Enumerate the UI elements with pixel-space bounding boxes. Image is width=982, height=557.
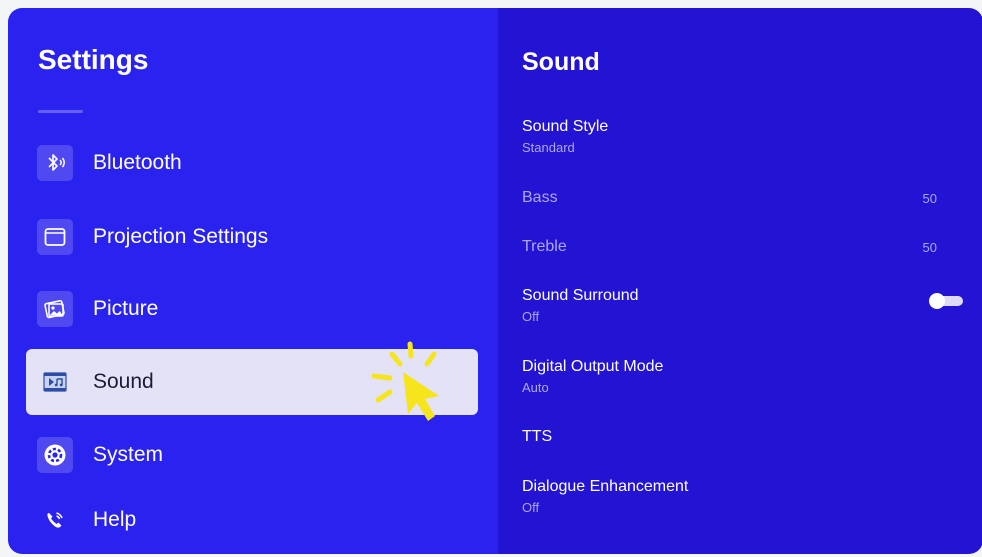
menu-item-picture[interactable]: Picture [26,276,478,342]
toggle-knob [929,293,945,309]
page-title: Settings [38,44,149,75]
setting-treble[interactable]: Treble 50 [522,238,963,256]
setting-value: Off [522,500,540,515]
menu-item-bluetooth[interactable]: Bluetooth [26,130,478,196]
bluetooth-icon [37,145,73,181]
menu-item-help[interactable]: Help [26,487,478,553]
scroll-indicator [38,110,83,113]
setting-label: Sound Surround [522,287,639,304]
setting-label: Treble [522,238,567,255]
setting-value: Off [522,309,540,324]
setting-label: Sound Style [522,118,609,135]
setting-label: TTS [522,428,553,445]
menu-label-projection-settings: Projection Settings [93,225,269,248]
menu-item-projection-settings[interactable]: Projection Settings [26,204,478,270]
setting-value: Auto [522,380,549,395]
setting-bass[interactable]: Bass 50 [522,189,963,207]
menu-label-help: Help [93,508,137,531]
setting-value: 50 [922,191,937,206]
setting-value: Standard [522,140,575,155]
settings-screen: Settings Bluetooth Projection Settings P… [8,8,982,554]
click-cursor-icon [371,341,439,421]
menu-label-system: System [93,443,164,466]
setting-label: Dialogue Enhancement [522,478,689,495]
picture-icon [37,291,73,327]
menu-item-system[interactable]: System [26,422,478,488]
menu-label-picture: Picture [93,297,159,320]
sound-panel: Sound Sound Style Standard Bass 50 Trebl… [498,8,982,554]
menu-label-bluetooth: Bluetooth [93,151,182,174]
system-icon [37,437,73,473]
settings-sidebar: Settings Bluetooth Projection Settings P… [8,8,498,554]
setting-sound-surround[interactable]: Sound Surround Off [522,287,963,324]
setting-value: 50 [922,240,937,255]
setting-label: Bass [522,189,558,206]
panel-title: Sound [522,48,600,76]
projection-icon [37,219,73,255]
menu-label-sound: Sound [93,370,154,393]
help-icon [37,502,73,538]
setting-digital-output-mode[interactable]: Digital Output Mode Auto [522,358,963,395]
sound-icon [37,364,73,400]
setting-tts[interactable]: TTS [522,428,963,446]
setting-sound-style[interactable]: Sound Style Standard [522,118,963,155]
setting-label: Digital Output Mode [522,358,664,375]
sound-surround-toggle[interactable] [929,293,963,309]
setting-dialogue-enhancement[interactable]: Dialogue Enhancement Off [522,478,963,515]
